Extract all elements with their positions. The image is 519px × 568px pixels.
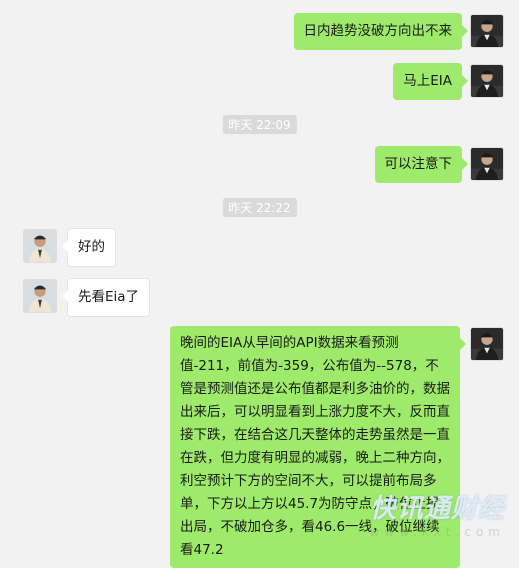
message-bubble[interactable]: 马上EIA <box>393 63 468 100</box>
avatar-self[interactable] <box>470 327 504 361</box>
message-bubble[interactable]: 晚间的EIA从早间的API数据来看预测值-211，前值为-359，公布值为--5… <box>170 326 466 568</box>
timestamp: 昨天 22:09 <box>222 115 297 134</box>
message-bubble[interactable]: 可以注意下 <box>374 146 468 183</box>
timestamp: 昨天 22:22 <box>222 198 297 217</box>
avatar-contact[interactable] <box>23 229 57 263</box>
message-bubble[interactable]: 好的 <box>62 228 116 267</box>
message-bubble[interactable]: 日内趋势没破方向出不来 <box>293 13 468 50</box>
avatar-self[interactable] <box>470 147 504 181</box>
avatar-self[interactable] <box>470 14 504 48</box>
avatar-self[interactable] <box>470 64 504 98</box>
avatar-contact[interactable] <box>23 279 57 313</box>
message-bubble[interactable]: 先看Eia了 <box>61 278 151 317</box>
